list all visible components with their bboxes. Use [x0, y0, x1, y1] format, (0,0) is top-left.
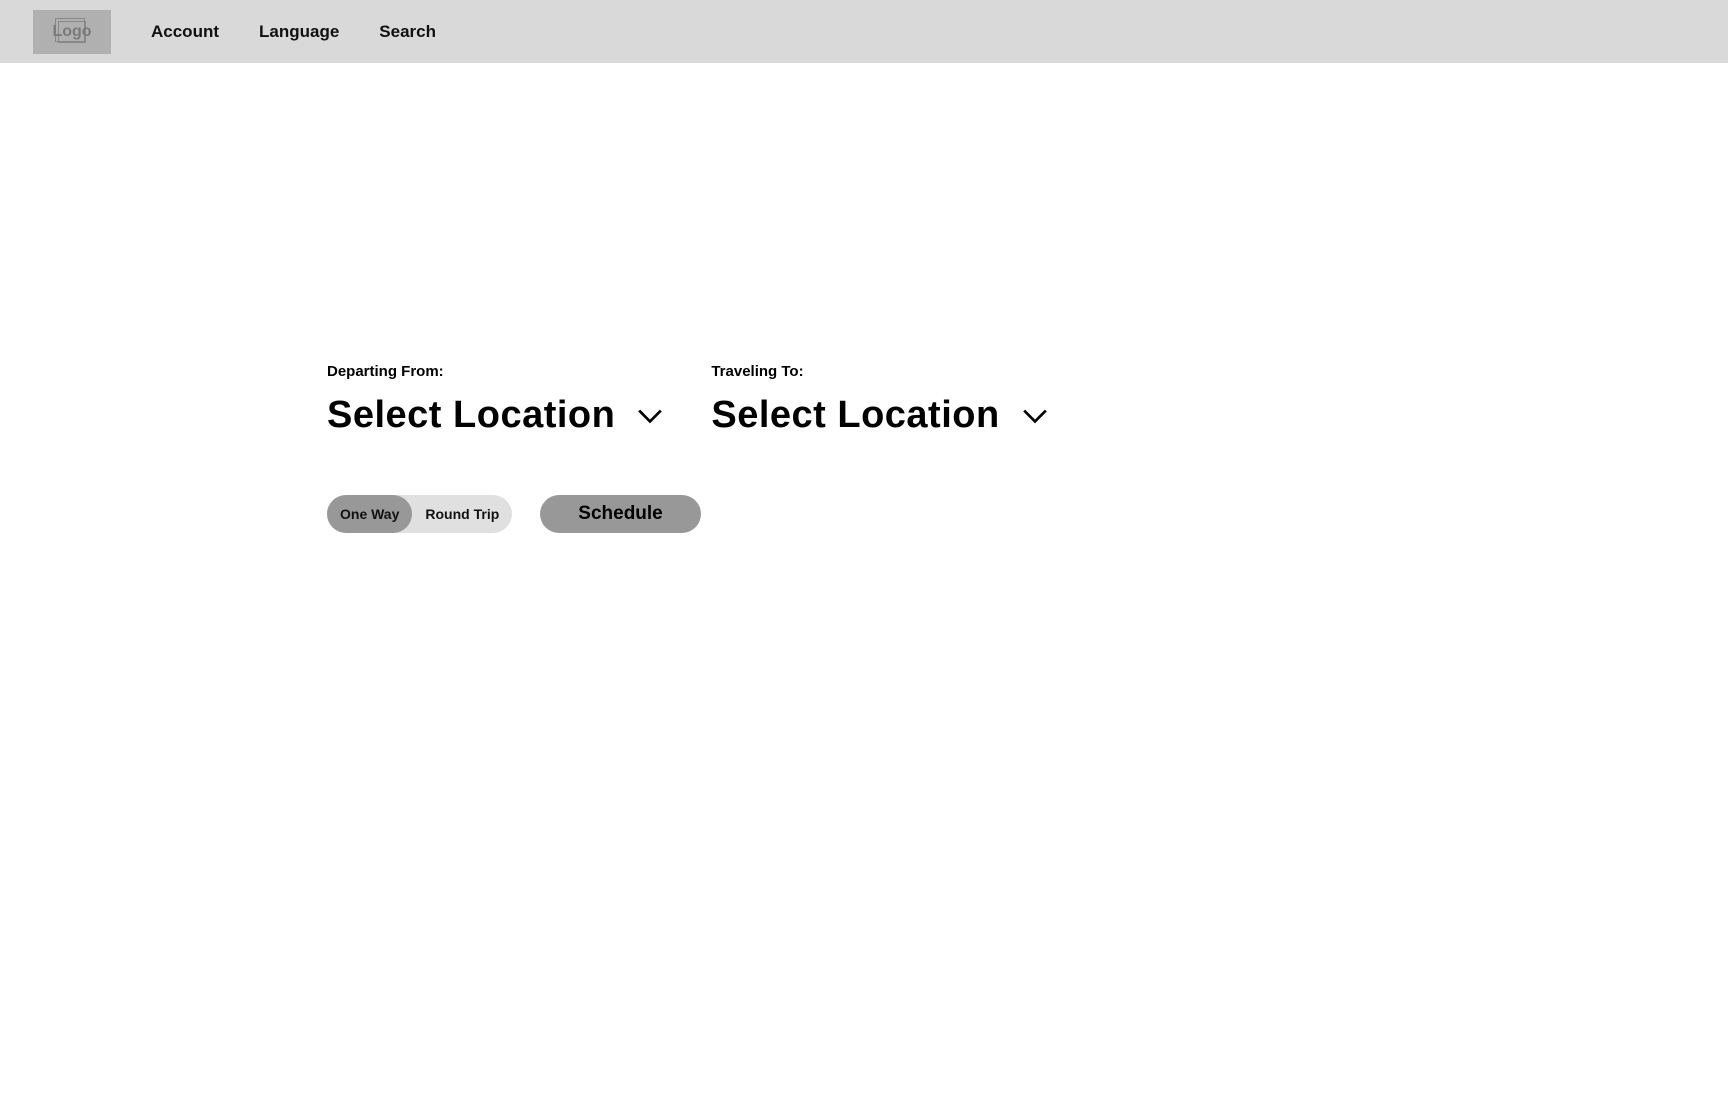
logo-text: Logo: [52, 23, 91, 41]
toggle-one-way[interactable]: One Way: [327, 495, 412, 533]
booking-form: Departing From: Select Location Travelin…: [327, 363, 1048, 533]
nav-account[interactable]: Account: [151, 22, 219, 42]
departing-value: Select Location: [327, 394, 615, 437]
nav-search[interactable]: Search: [379, 22, 436, 42]
departing-block: Departing From: Select Location: [327, 363, 663, 437]
nav-language[interactable]: Language: [259, 22, 339, 42]
departing-select[interactable]: Select Location: [327, 394, 663, 437]
nav-items: Account Language Search: [111, 22, 436, 42]
logo[interactable]: Logo: [33, 10, 111, 54]
controls-row: One Way Round Trip Schedule: [327, 495, 1048, 533]
traveling-select[interactable]: Select Location: [711, 394, 1047, 437]
header-bar: Logo Account Language Search: [0, 0, 1728, 63]
chevron-down-icon: [1022, 407, 1048, 425]
locations-row: Departing From: Select Location Travelin…: [327, 363, 1048, 437]
schedule-button[interactable]: Schedule: [540, 495, 700, 533]
departing-label: Departing From:: [327, 363, 663, 380]
main-content: Departing From: Select Location Travelin…: [0, 63, 1728, 1117]
trip-type-toggle[interactable]: One Way Round Trip: [327, 495, 512, 533]
chevron-down-icon: [637, 407, 663, 425]
traveling-label: Traveling To:: [711, 363, 1047, 380]
toggle-round-trip[interactable]: Round Trip: [412, 495, 512, 533]
traveling-value: Select Location: [711, 394, 999, 437]
traveling-block: Traveling To: Select Location: [711, 363, 1047, 437]
